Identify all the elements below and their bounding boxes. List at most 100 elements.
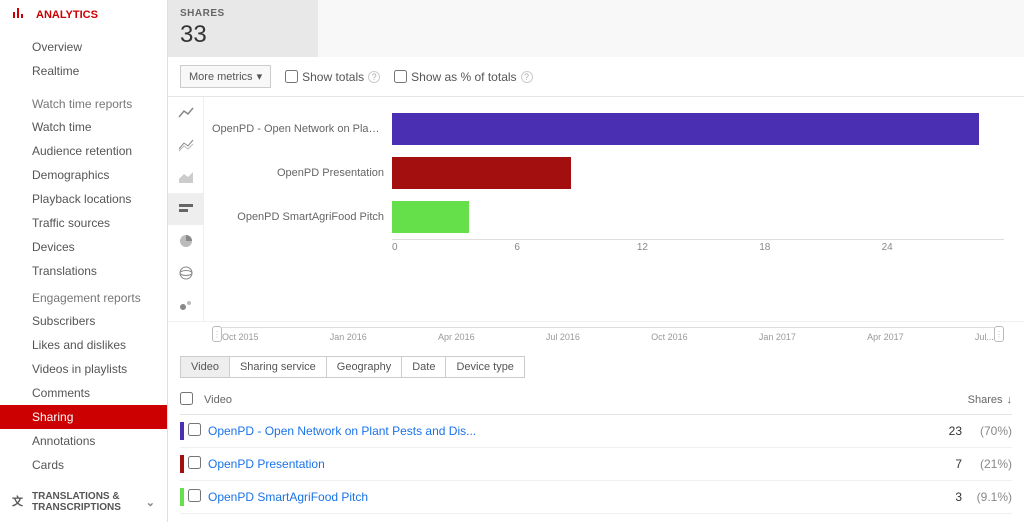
- timeline-tick: Apr 2016: [438, 332, 475, 342]
- show-pct-label: Show as % of totals: [411, 70, 516, 84]
- results-table: Video Shares ↓ OpenPD - Open Network on …: [168, 378, 1024, 522]
- timeline-handle-left[interactable]: ⋮: [212, 326, 222, 342]
- timeline-handle-right[interactable]: ⋮: [994, 326, 1004, 342]
- sidebar-item-cards[interactable]: Cards: [0, 453, 167, 477]
- analytics-label: ANALYTICS: [36, 9, 98, 21]
- show-pct-option[interactable]: Show as % of totals ?: [394, 70, 532, 84]
- help-icon[interactable]: ?: [521, 71, 533, 83]
- axis-tick: 6: [514, 242, 636, 253]
- col-shares-header[interactable]: Shares ↓: [922, 394, 1012, 406]
- show-pct-checkbox[interactable]: [394, 70, 407, 83]
- sidebar-item-comments[interactable]: Comments: [0, 381, 167, 405]
- sidebar-item-translations[interactable]: Translations: [0, 259, 167, 283]
- chart-type-pie[interactable]: [168, 225, 203, 257]
- timeline-tick: Oct 2016: [651, 332, 688, 342]
- sidebar-group-engage: Engagement reports: [0, 283, 167, 309]
- axis-tick: 0: [392, 242, 514, 253]
- chart-type-bar[interactable]: [168, 193, 203, 225]
- chart-type-area[interactable]: [168, 161, 203, 193]
- sidebar-item-audience[interactable]: Audience retention: [0, 139, 167, 163]
- tab-device-type[interactable]: Device type: [445, 356, 524, 378]
- chart-type-bubble[interactable]: [168, 289, 203, 321]
- sort-desc-icon: ↓: [1007, 394, 1013, 406]
- bar-track: [392, 113, 1004, 145]
- axis-tick: 24: [882, 242, 1004, 253]
- row-shares: 3: [912, 490, 962, 504]
- bar-fill[interactable]: [392, 157, 571, 189]
- translate-icon: 文: [12, 494, 26, 511]
- timeline-tick: Jul...: [975, 332, 994, 342]
- axis-tick: 18: [759, 242, 881, 253]
- row-video-link[interactable]: OpenPD Presentation: [208, 457, 912, 471]
- more-metrics-button[interactable]: More metrics ▾: [180, 65, 271, 88]
- sidebar-item-vip[interactable]: Videos in playlists: [0, 357, 167, 381]
- row-swatch: [180, 455, 184, 473]
- chart-type-line[interactable]: [168, 97, 203, 129]
- row-video-link[interactable]: OpenPD - Open Network on Plant Pests and…: [208, 424, 912, 438]
- bar-track: [392, 157, 1004, 189]
- metric-card[interactable]: SHARES 33: [168, 0, 318, 57]
- bar-label: OpenPD - Open Network on Plant Pests and…: [212, 123, 392, 135]
- chart-area: OpenPD - Open Network on Plant Pests and…: [168, 97, 1024, 321]
- show-totals-label: Show totals: [302, 70, 364, 84]
- sidebar-item-traffic[interactable]: Traffic sources: [0, 211, 167, 235]
- bar-label: OpenPD Presentation: [212, 167, 392, 179]
- axis-tick: 12: [637, 242, 759, 253]
- bars-icon: [12, 6, 30, 23]
- row-swatch: [180, 488, 184, 506]
- timeline-tick: Jan 2016: [330, 332, 367, 342]
- sidebar-item-overview[interactable]: Overview: [0, 35, 167, 59]
- timeline-scrubber[interactable]: ⋮ Oct 2015Jan 2016Apr 2016Jul 2016Oct 20…: [168, 321, 1024, 348]
- translations-label: TRANSLATIONS & TRANSCRIPTIONS: [32, 491, 146, 513]
- sidebar-translations-header[interactable]: 文 TRANSLATIONS & TRANSCRIPTIONS ⌄: [0, 485, 167, 519]
- chart-type-map[interactable]: [168, 257, 203, 289]
- row-pct: (70%): [962, 424, 1012, 438]
- help-icon[interactable]: ?: [368, 71, 380, 83]
- sidebar-item-likes[interactable]: Likes and dislikes: [0, 333, 167, 357]
- row-checkbox[interactable]: [188, 423, 201, 436]
- row-video-link[interactable]: OpenPD SmartAgriFood Pitch: [208, 490, 912, 504]
- row-shares: 7: [912, 457, 962, 471]
- sidebar-item-devices[interactable]: Devices: [0, 235, 167, 259]
- bar-fill[interactable]: [392, 113, 979, 145]
- sidebar-group-watch: Watch time reports: [0, 89, 167, 115]
- sidebar-item-sharing[interactable]: Sharing: [0, 405, 167, 429]
- more-metrics-label: More metrics: [189, 71, 253, 83]
- row-shares: 23: [912, 424, 962, 438]
- table-header: Video Shares ↓: [180, 386, 1012, 415]
- tab-date[interactable]: Date: [401, 356, 446, 378]
- sidebar-item-watchtime[interactable]: Watch time: [0, 115, 167, 139]
- table-row: OpenPD SmartAgriFood Pitch3(9.1%): [180, 481, 1012, 514]
- tab-sharing-service[interactable]: Sharing service: [229, 356, 327, 378]
- show-totals-checkbox[interactable]: [285, 70, 298, 83]
- metric-label: SHARES: [180, 8, 306, 19]
- bar-chart: OpenPD - Open Network on Plant Pests and…: [204, 97, 1024, 321]
- bar-fill[interactable]: [392, 201, 469, 233]
- sidebar-item-playback[interactable]: Playback locations: [0, 187, 167, 211]
- timeline-tick: Jan 2017: [759, 332, 796, 342]
- row-checkbox[interactable]: [188, 489, 201, 502]
- select-all-checkbox[interactable]: [180, 392, 193, 405]
- timeline-tick: Jul 2016: [546, 332, 580, 342]
- sidebar-analytics-header[interactable]: ANALYTICS: [0, 0, 167, 29]
- col-shares-label: Shares: [968, 394, 1003, 406]
- svg-text:文: 文: [12, 494, 24, 508]
- timeline-tick: Apr 2017: [867, 332, 904, 342]
- bar-row: OpenPD - Open Network on Plant Pests and…: [212, 107, 1004, 151]
- table-row: OpenPD - Open Network on Plant Pests and…: [180, 415, 1012, 448]
- sidebar-item-subscribers[interactable]: Subscribers: [0, 309, 167, 333]
- tab-geography[interactable]: Geography: [326, 356, 402, 378]
- bar-row: OpenPD SmartAgriFood Pitch: [212, 195, 1004, 239]
- show-totals-option[interactable]: Show totals ?: [285, 70, 380, 84]
- row-checkbox[interactable]: [188, 456, 201, 469]
- bar-track: [392, 201, 1004, 233]
- row-pct: (21%): [962, 457, 1012, 471]
- sidebar-item-realtime[interactable]: Realtime: [0, 59, 167, 83]
- sidebar-item-annotations[interactable]: Annotations: [0, 429, 167, 453]
- tab-video[interactable]: Video: [180, 356, 230, 378]
- sidebar-item-demographics[interactable]: Demographics: [0, 163, 167, 187]
- col-video-header[interactable]: Video: [204, 394, 922, 406]
- row-pct: (9.1%): [962, 490, 1012, 504]
- toolbar: More metrics ▾ Show totals ? Show as % o…: [168, 57, 1024, 97]
- chart-type-multiline[interactable]: [168, 129, 203, 161]
